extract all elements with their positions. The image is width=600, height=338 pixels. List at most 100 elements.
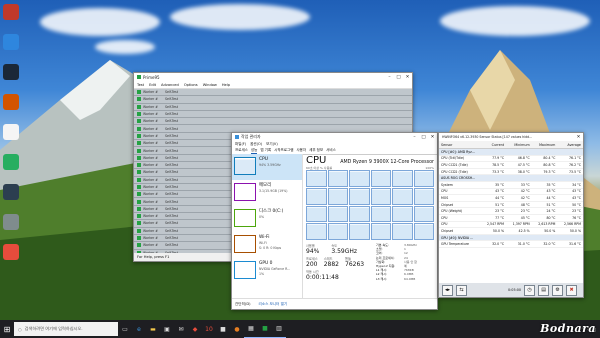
tab-4[interactable]: 사용자 bbox=[296, 148, 306, 153]
menu-item[interactable]: Help bbox=[222, 83, 230, 87]
app-icon-taskbar-4[interactable]: ● bbox=[230, 320, 244, 338]
sensor-group-row[interactable]: CPU [#0]: AMD Ryz... bbox=[439, 149, 583, 156]
core-graph bbox=[392, 187, 413, 205]
column-header[interactable]: Sensor bbox=[439, 143, 480, 147]
minimize-icon[interactable]: – bbox=[385, 75, 394, 80]
hwinfo-titlebar[interactable]: HWiNFO64 v6.12-3930 Sensor Status [147 v… bbox=[439, 133, 583, 141]
sensor-cell: 43 °C bbox=[546, 189, 556, 194]
fewer-details-link[interactable]: 간단히(D) bbox=[235, 302, 251, 307]
worker-row[interactable]: Worker # Self-Test bbox=[134, 111, 412, 119]
perf-item[interactable]: GPU 0 NVIDIA GeForce R... 1% bbox=[232, 258, 302, 284]
sensor-row[interactable]: System 35 °C 33 °C 35 °C 34 °C bbox=[439, 182, 583, 189]
column-header[interactable]: Maximum bbox=[532, 143, 558, 147]
core-graph bbox=[306, 170, 327, 187]
app-icon-9[interactable] bbox=[3, 244, 19, 260]
maximize-icon[interactable]: □ bbox=[419, 135, 428, 140]
menu-item[interactable]: 파일(F) bbox=[235, 142, 246, 147]
app-icon-6[interactable] bbox=[3, 154, 19, 170]
sensor-row[interactable]: MOS 44 °C 42 °C 44 °C 43 °C bbox=[439, 195, 583, 202]
worker-icon bbox=[137, 119, 141, 124]
menu-item[interactable]: 옵션(O) bbox=[250, 142, 262, 147]
nav-left-icon[interactable]: ◂▸ bbox=[442, 284, 453, 296]
sensor-row[interactable]: Chipset 50.0 % 42.5 % 50.0 % 50.0 % bbox=[439, 228, 583, 235]
perf-item[interactable]: CPU 94% 3.59GHz bbox=[232, 154, 302, 180]
sensor-row[interactable]: CPU 43 °C 42 °C 43 °C 43 °C bbox=[439, 189, 583, 196]
app-icon-4[interactable] bbox=[3, 94, 19, 110]
app-icon-taskbar-3[interactable]: ■ bbox=[216, 320, 230, 338]
resource-monitor-link[interactable]: 리소스 모니터 열기 bbox=[259, 302, 288, 307]
task-manager-window[interactable]: 작업 관리자 – □ ✕ 파일(F) 옵션(O) 보기(V) 프로세스 성능 앱 기록 시작프… bbox=[231, 132, 438, 310]
menu-item[interactable]: Window bbox=[203, 83, 217, 87]
menu-item[interactable]: Test bbox=[137, 83, 144, 87]
sensor-row[interactable]: CPU CCD2 (Tdie) 73.3 °C 38.0 °C 79.3 °C 73.5… bbox=[439, 169, 583, 176]
sensor-group-row[interactable]: GPU [#0]: NVIDIA ... bbox=[439, 234, 583, 242]
close-sensor-icon[interactable]: ✖ bbox=[566, 284, 578, 296]
app-icon-taskbar-1[interactable]: ◆ bbox=[188, 320, 202, 338]
app-icon-taskbar-2[interactable]: 10 bbox=[202, 320, 216, 338]
sensor-table-header: Sensor Current Minimum Maximum Average bbox=[439, 141, 583, 149]
sensor-row[interactable]: CPU 2,547 RPM 1,397 RPM 2,613 RPM 2,566 RPM bbox=[439, 222, 583, 229]
tab-6[interactable]: 서비스 bbox=[326, 148, 336, 153]
close-icon[interactable]: ✕ bbox=[428, 135, 437, 140]
close-icon[interactable]: ✕ bbox=[574, 135, 583, 140]
column-header[interactable]: Minimum bbox=[506, 143, 532, 147]
tab-2[interactable]: 앱 기록 bbox=[260, 148, 271, 153]
hwinfo-taskbar-icon[interactable]: ▥ bbox=[272, 320, 286, 338]
worker-row[interactable]: Worker # Self-Test bbox=[134, 118, 412, 126]
menu-item[interactable]: Edit bbox=[149, 83, 156, 87]
task-view-icon[interactable]: ▭ bbox=[118, 320, 132, 338]
core-graph bbox=[413, 205, 434, 223]
sensor-row[interactable]: CPU CCD1 (Tdie) 78.5 °C 47.5 °C 80.8 °C 76.2… bbox=[439, 162, 583, 169]
hwinfo-sensor-window[interactable]: HWiNFO64 v6.12-3930 Sensor Status [147 v… bbox=[438, 132, 584, 298]
sensor-row[interactable]: CPU (Weight) 23 °C 23 °C 24 °C 23 °C bbox=[439, 208, 583, 215]
menu-item[interactable]: 보기(V) bbox=[266, 142, 278, 147]
perf-item[interactable]: 메모리 3.1/15.9GB (19%) bbox=[232, 180, 302, 206]
app-icon-1[interactable] bbox=[3, 4, 19, 20]
menu-item[interactable]: Advanced bbox=[161, 83, 179, 87]
sensor-cell: CPU bbox=[441, 215, 448, 220]
store-icon[interactable]: ▣ bbox=[160, 320, 174, 338]
settings-icon[interactable]: ⚙ bbox=[552, 284, 564, 296]
tab-3[interactable]: 시작프로그램 bbox=[274, 148, 293, 153]
tab-5[interactable]: 세부 정보 bbox=[309, 148, 323, 153]
worker-row[interactable]: Worker # Self-Test bbox=[134, 104, 412, 111]
task-manager-titlebar[interactable]: 작업 관리자 – □ ✕ bbox=[232, 133, 437, 141]
app-icon-8[interactable] bbox=[3, 214, 19, 230]
tab-0[interactable]: 프로세스 bbox=[235, 148, 248, 153]
mail-icon[interactable]: ✉ bbox=[174, 320, 188, 338]
clock-icon[interactable]: ◷ bbox=[524, 284, 536, 296]
sensor-row[interactable]: GPU Temperature 32.0 °C 31.0 °C 32.0 °C 31.6… bbox=[439, 241, 583, 248]
column-header[interactable]: Average bbox=[557, 143, 583, 147]
sensor-cell: 51 °C bbox=[546, 202, 556, 207]
app-icon-2[interactable] bbox=[3, 34, 19, 50]
sensor-row[interactable]: CPU 77 °C 45 °C 80 °C 76 °C bbox=[439, 215, 583, 222]
app-icon-7[interactable] bbox=[3, 184, 19, 200]
column-header[interactable]: Current bbox=[480, 143, 506, 147]
worker-state: Self-Test bbox=[165, 148, 178, 153]
worker-row[interactable]: Worker # Self-Test bbox=[134, 96, 412, 104]
tab-1[interactable]: 성능 bbox=[250, 148, 258, 154]
taskbar-search-box[interactable]: ○ 검색하려면 여기에 입력하십시오. bbox=[14, 322, 118, 336]
nav-skip-icon[interactable]: ⇆ bbox=[456, 284, 467, 296]
edge-icon[interactable]: e bbox=[132, 320, 146, 338]
menu-item[interactable]: Options bbox=[184, 83, 198, 87]
windows-start-icon[interactable]: ⊞ bbox=[0, 320, 14, 338]
sensor-group-row[interactable]: ASUS ROG CROSSH... bbox=[439, 175, 583, 182]
report-icon[interactable]: ▤ bbox=[538, 284, 550, 296]
maximize-icon[interactable]: □ bbox=[394, 75, 403, 80]
minimize-icon[interactable]: – bbox=[410, 135, 419, 140]
prime95-titlebar[interactable]: Prime95 – □ ✕ bbox=[134, 73, 412, 81]
app-icon-5[interactable] bbox=[3, 124, 19, 140]
file-explorer-icon[interactable]: ▬ bbox=[146, 320, 160, 338]
worker-row[interactable]: Worker # Self-Test bbox=[134, 89, 412, 97]
close-icon[interactable]: ✕ bbox=[403, 75, 412, 80]
steam-icon[interactable] bbox=[3, 64, 19, 80]
perf-item[interactable]: 디스크 0(C:) 0% bbox=[232, 206, 302, 232]
task-manager-taskbar-icon[interactable]: ▦ bbox=[244, 320, 258, 338]
sensor-row[interactable]: CPU (Tctl/Tdie) 77.9 °C 46.8 °C 80.4 °C 76.1… bbox=[439, 156, 583, 163]
worker-state: Self-Test bbox=[165, 243, 178, 248]
sensor-row[interactable]: Chipset 51 °C 48 °C 51 °C 50 °C bbox=[439, 202, 583, 209]
perf-item[interactable]: Wi-Fi Wi-Fi S: 0 R: 0 Kbps bbox=[232, 232, 302, 258]
watermark-logo: Bodnara bbox=[540, 322, 596, 335]
prime95-taskbar-icon[interactable]: ■ bbox=[258, 320, 272, 338]
